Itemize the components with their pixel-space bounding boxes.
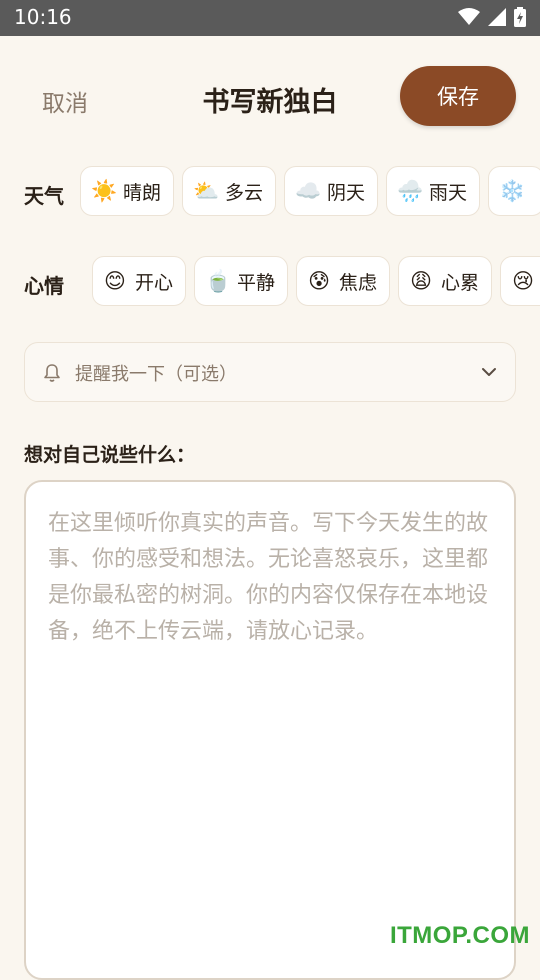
weather-options: ☀️ 晴朗 ⛅ 多云 ☁️ 阴天 🌧️ 雨天 ❄️ bbox=[80, 166, 540, 216]
mood-option-label: 开心 bbox=[135, 271, 174, 294]
cloud-icon: ☁️ bbox=[295, 178, 322, 203]
journal-placeholder: 在这里倾听你真实的声音。写下今天发生的故事、你的感受和想法。无论喜怒哀乐，这里都… bbox=[48, 511, 489, 644]
journal-textarea[interactable]: 在这里倾听你真实的声音。写下今天发生的故事、你的感受和想法。无论喜怒哀乐，这里都… bbox=[24, 480, 516, 980]
weather-option-label: 多云 bbox=[225, 181, 264, 204]
smile-icon: 😊 bbox=[104, 269, 126, 293]
weather-option-label: 雨天 bbox=[429, 181, 468, 204]
status-icons bbox=[458, 7, 526, 27]
status-time: 10:16 bbox=[14, 5, 72, 29]
weather-option-snowy[interactable]: ❄️ bbox=[488, 166, 540, 216]
weather-option-sunny[interactable]: ☀️ 晴朗 bbox=[80, 166, 175, 216]
mood-option-sad[interactable]: 😢 bbox=[500, 256, 540, 306]
reminder-placeholder: 提醒我一下（可选） bbox=[75, 364, 237, 385]
weary-face-icon: 😩 bbox=[410, 269, 432, 293]
signal-icon bbox=[488, 8, 506, 26]
weather-row: 天气 ☀️ 晴朗 ⛅ 多云 ☁️ 阴天 🌧️ 雨天 ❄️ bbox=[0, 166, 540, 222]
mood-option-tired[interactable]: 😩 心累 bbox=[398, 256, 493, 306]
mood-row: 心情 😊 开心 🍵 平静 😰 焦虑 😩 心累 😢 bbox=[0, 256, 540, 312]
mood-option-happy[interactable]: 😊 开心 bbox=[92, 256, 187, 306]
anxious-face-icon: 😰 bbox=[308, 269, 330, 293]
sad-face-icon: 😢 bbox=[512, 269, 535, 293]
weather-option-label: 晴朗 bbox=[123, 181, 162, 204]
mood-option-label: 心累 bbox=[441, 271, 480, 294]
mood-option-calm[interactable]: 🍵 平静 bbox=[194, 256, 289, 306]
mood-label: 心情 bbox=[24, 274, 64, 298]
weather-option-cloudy[interactable]: ⛅ 多云 bbox=[182, 166, 277, 216]
mood-option-label: 焦虑 bbox=[339, 271, 378, 294]
battery-icon bbox=[514, 7, 526, 27]
weather-option-label: 阴天 bbox=[327, 181, 366, 204]
wifi-icon bbox=[458, 8, 480, 25]
weather-option-rainy[interactable]: 🌧️ 雨天 bbox=[386, 166, 481, 216]
reminder-dropdown[interactable]: 提醒我一下（可选） bbox=[24, 342, 516, 402]
snowflake-icon: ❄️ bbox=[499, 178, 526, 203]
mood-option-anxious[interactable]: 😰 焦虑 bbox=[296, 256, 391, 306]
status-bar: 10:16 bbox=[0, 0, 540, 36]
bell-icon bbox=[44, 364, 60, 382]
mood-option-label: 平静 bbox=[237, 271, 276, 294]
mood-options: 😊 开心 🍵 平静 😰 焦虑 😩 心累 😢 bbox=[92, 256, 540, 306]
header: 取消 书写新独白 保存 bbox=[0, 36, 540, 156]
watermark: ITMOP.COM bbox=[389, 922, 530, 949]
chevron-down-icon bbox=[482, 368, 496, 376]
sun-icon: ☀️ bbox=[91, 178, 118, 203]
weather-option-overcast[interactable]: ☁️ 阴天 bbox=[284, 166, 379, 216]
tea-icon: 🍵 bbox=[205, 268, 232, 293]
partly-cloudy-icon: ⛅ bbox=[193, 178, 220, 203]
rain-icon: 🌧️ bbox=[397, 178, 424, 203]
weather-label: 天气 bbox=[24, 184, 64, 208]
editor-label: 想对自己说些什么： bbox=[24, 444, 196, 466]
save-button[interactable]: 保存 bbox=[400, 66, 516, 126]
